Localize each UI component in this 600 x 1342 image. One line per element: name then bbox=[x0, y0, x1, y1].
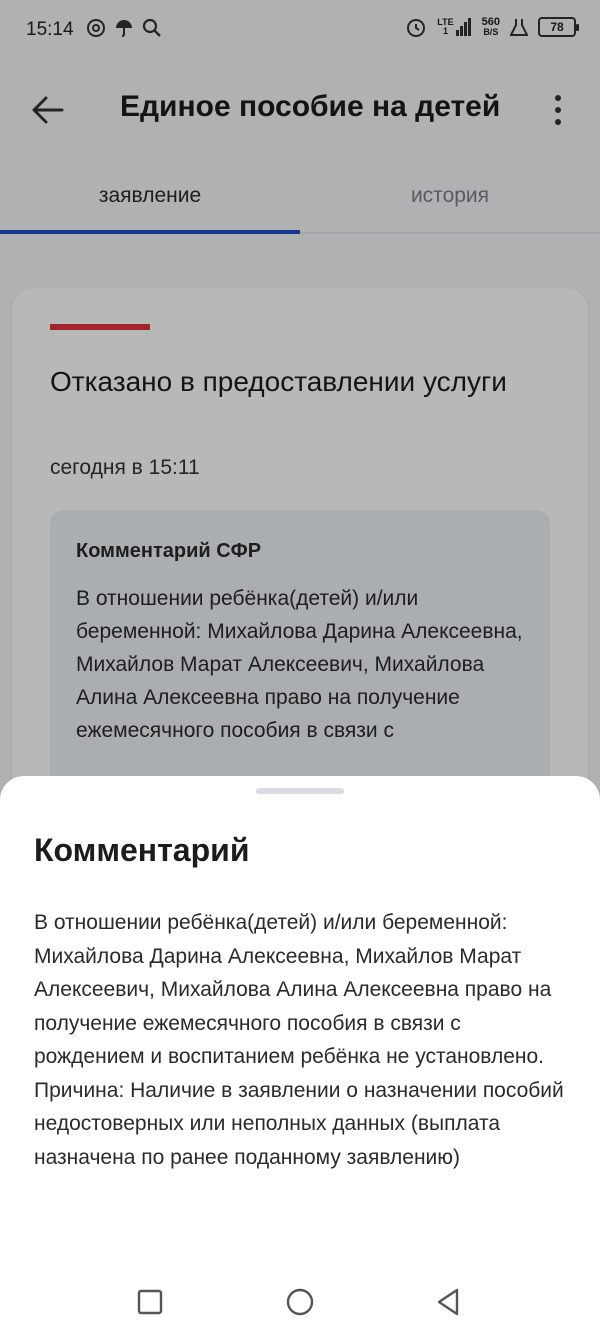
comment-bottom-sheet: Комментарий В отношении ребёнка(детей) и… bbox=[0, 776, 600, 1342]
sheet-text: В отношении ребёнка(детей) и/или беремен… bbox=[34, 911, 564, 1169]
back-triangle-icon bbox=[437, 1288, 459, 1316]
nav-back-button[interactable] bbox=[428, 1282, 468, 1322]
sheet-drag-handle[interactable] bbox=[256, 788, 344, 794]
home-circle-icon bbox=[286, 1288, 314, 1316]
system-nav-bar bbox=[0, 1262, 600, 1342]
home-button[interactable] bbox=[280, 1282, 320, 1322]
recents-button[interactable] bbox=[130, 1282, 170, 1322]
sheet-title: Комментарий bbox=[34, 832, 250, 868]
recents-square-icon bbox=[137, 1289, 163, 1315]
